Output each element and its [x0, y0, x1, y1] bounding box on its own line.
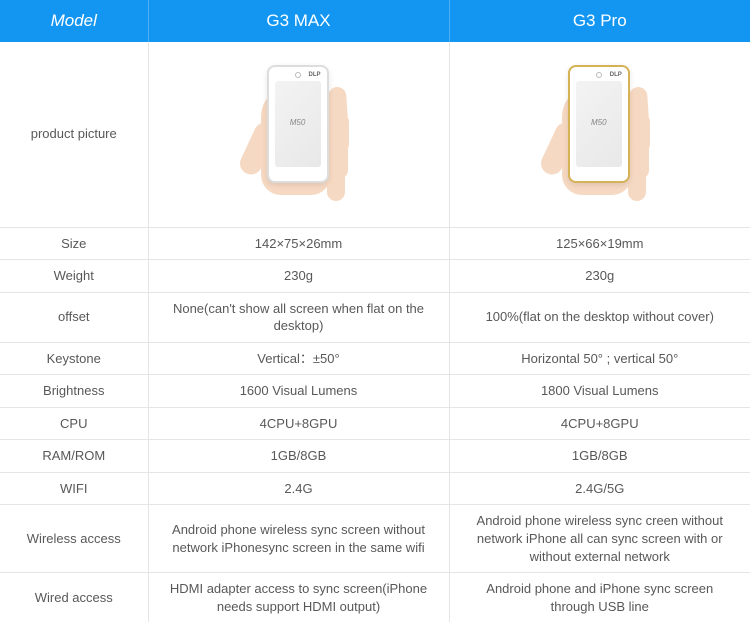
table-row: product picture DLP M50 [0, 42, 750, 227]
product-picture-1: DLP M50 [148, 42, 449, 227]
row-label: Brightness [0, 375, 148, 408]
row-label: CPU [0, 407, 148, 440]
header-product-2: G3 Pro [449, 0, 750, 42]
cell-value: Vertical：±50° [148, 342, 449, 375]
cell-value: 100%(flat on the desktop without cover) [449, 292, 750, 342]
cell-value: 4CPU+8GPU [148, 407, 449, 440]
table-body: product picture DLP M50 [0, 42, 750, 622]
comparison-table: Model G3 MAX G3 Pro product picture DLP [0, 0, 750, 622]
header-product-1: G3 MAX [148, 0, 449, 42]
cell-value: 1GB/8GB [148, 440, 449, 473]
cell-value: 4CPU+8GPU [449, 407, 750, 440]
row-label: offset [0, 292, 148, 342]
table-row: Size 142×75×26mm 125×66×19mm [0, 227, 750, 260]
table-row: CPU 4CPU+8GPU 4CPU+8GPU [0, 407, 750, 440]
cell-value: Horizontal 50° ; vertical 50° [449, 342, 750, 375]
cell-value: 230g [148, 260, 449, 293]
table-row: Wired access HDMI adapter access to sync… [0, 573, 750, 622]
table-header-row: Model G3 MAX G3 Pro [0, 0, 750, 42]
cell-value: None(can't show all screen when flat on … [148, 292, 449, 342]
cell-value: 142×75×26mm [148, 227, 449, 260]
cell-value: 125×66×19mm [449, 227, 750, 260]
table-row: Wireless access Android phone wireless s… [0, 505, 750, 573]
product-picture-2: DLP M50 [449, 42, 750, 227]
cell-value: 230g [449, 260, 750, 293]
row-label: Wireless access [0, 505, 148, 573]
cell-value: 2.4G [148, 472, 449, 505]
cell-value: 1GB/8GB [449, 440, 750, 473]
table-row: Weight 230g 230g [0, 260, 750, 293]
cell-value: Android phone wireless sync creen withou… [449, 505, 750, 573]
hand-holding-phone-icon: DLP M50 [530, 57, 670, 212]
cell-value: Android phone and iPhone sync screen thr… [449, 573, 750, 622]
row-label: RAM/ROM [0, 440, 148, 473]
row-label: Wired access [0, 573, 148, 622]
cell-value: 1600 Visual Lumens [148, 375, 449, 408]
table-row: RAM/ROM 1GB/8GB 1GB/8GB [0, 440, 750, 473]
header-model-label: Model [0, 0, 148, 42]
hand-holding-phone-icon: DLP M50 [229, 57, 369, 212]
cell-value: Android phone wireless sync screen witho… [148, 505, 449, 573]
row-label: Weight [0, 260, 148, 293]
table-row: WIFI 2.4G 2.4G/5G [0, 472, 750, 505]
row-label: Size [0, 227, 148, 260]
table-row: offset None(can't show all screen when f… [0, 292, 750, 342]
cell-value: HDMI adapter access to sync screen(iPhon… [148, 573, 449, 622]
cell-value: 1800 Visual Lumens [449, 375, 750, 408]
row-label: WIFI [0, 472, 148, 505]
row-label: Keystone [0, 342, 148, 375]
cell-value: 2.4G/5G [449, 472, 750, 505]
row-label: product picture [0, 42, 148, 227]
table-row: Keystone Vertical：±50° Horizontal 50° ; … [0, 342, 750, 375]
table-row: Brightness 1600 Visual Lumens 1800 Visua… [0, 375, 750, 408]
